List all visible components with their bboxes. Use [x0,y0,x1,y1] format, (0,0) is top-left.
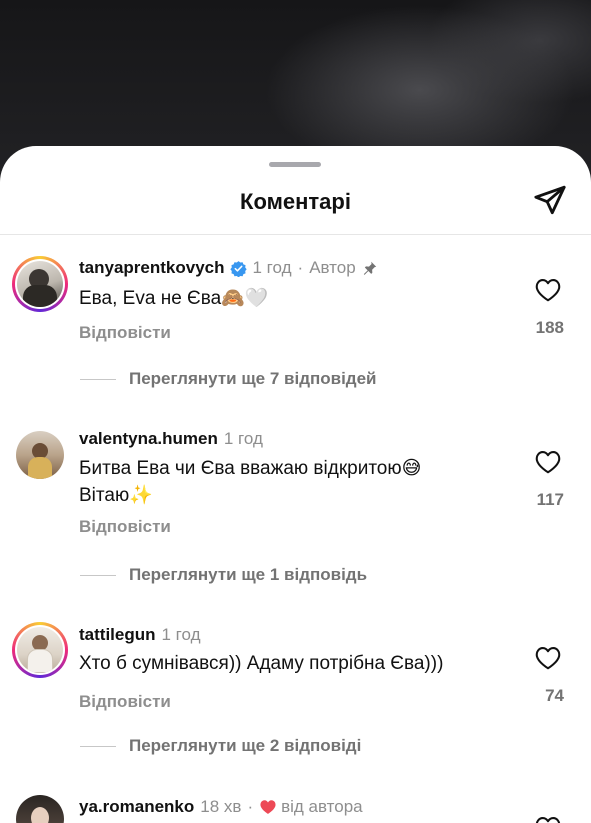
like-count: 188 [535,318,564,337]
author-badge: Автор [309,258,356,277]
comment-text-line: Вітаю [79,485,130,506]
like-button[interactable] [534,449,562,475]
view-replies-button[interactable]: Переглянути ще 1 відповідь [80,565,367,585]
creator-liked-label: від автора [281,797,363,816]
avatar[interactable] [12,427,68,483]
comment-username[interactable]: tanyaprentkovych [79,258,225,278]
view-replies-line [80,745,116,747]
emoji: ✨ [129,484,153,506]
emoji: 😅 [401,457,422,479]
comment-text-line: Битва Ева чи Єва вважаю відкритою [79,458,402,479]
separator-dot: · [247,797,254,816]
comment-header: tanyaprentkovych 1 год · Автор [79,258,378,278]
comment-text: Битва Ева чи Єва вважаю відкритою😅 Вітаю… [79,455,499,509]
header-divider [0,234,591,235]
emoji: 🙈🤍 [221,287,269,309]
avatar[interactable] [12,791,68,823]
avatar[interactable] [12,622,68,678]
like-count: 117 [536,490,564,509]
verified-badge-icon [229,260,247,277]
paper-plane-icon [534,185,566,215]
comment-text: Хто б сумнівався)) Адаму потрібна Єва))) [79,653,444,674]
reply-button[interactable]: Відповісти [79,692,171,712]
comment-username[interactable]: valentyna.humen [79,429,218,449]
heart-outline-icon [535,817,561,823]
like-button[interactable] [534,277,562,303]
comment-time: 18 хв [200,797,242,816]
view-replies-line [80,574,116,576]
heart-outline-icon [535,647,561,670]
comment-header: tattilegun 1 год [79,625,201,645]
red-heart-icon [259,799,277,815]
comment-text: Ева, Eva не Єва🙈🤍 [79,285,499,312]
comment-time: 1 год [161,625,201,644]
view-replies-label: Переглянути ще 7 відповідей [129,369,377,388]
sheet-grabber[interactable] [269,162,321,167]
comment-header: valentyna.humen 1 год [79,429,263,449]
comments-sheet: Коментарі tanyaprentkovych 1 год · Автор… [0,146,591,823]
heart-outline-icon [535,279,561,302]
share-button[interactable] [530,180,570,220]
reply-button[interactable]: Відповісти [79,323,171,343]
view-replies-button[interactable]: Переглянути ще 7 відповідей [80,369,377,389]
avatar[interactable] [12,256,68,312]
pin-icon [361,260,378,277]
sheet-title: Коментарі [240,189,351,214]
like-count: 74 [545,686,564,705]
separator-dot: · [297,258,304,277]
comment-username[interactable]: tattilegun [79,625,156,645]
like-button[interactable] [534,645,562,671]
view-replies-label: Переглянути ще 1 відповідь [129,565,368,584]
sheet-header: Коментарі [0,176,591,234]
comment-username[interactable]: ya.romanenko [79,797,194,817]
like-button[interactable] [534,815,562,823]
comment-time: 1 год [252,258,292,277]
heart-outline-icon [535,451,561,474]
reply-button[interactable]: Відповісти [79,517,171,537]
view-replies-line [80,378,116,380]
view-replies-label: Переглянути ще 2 відповіді [129,736,362,755]
comment-time: 1 год [223,429,263,448]
view-replies-button[interactable]: Переглянути ще 2 відповіді [80,736,361,756]
comment-text-content: Ева, Eva не Єва [79,288,222,309]
comment-header: ya.romanenko 18 хв · від автора [79,797,363,817]
